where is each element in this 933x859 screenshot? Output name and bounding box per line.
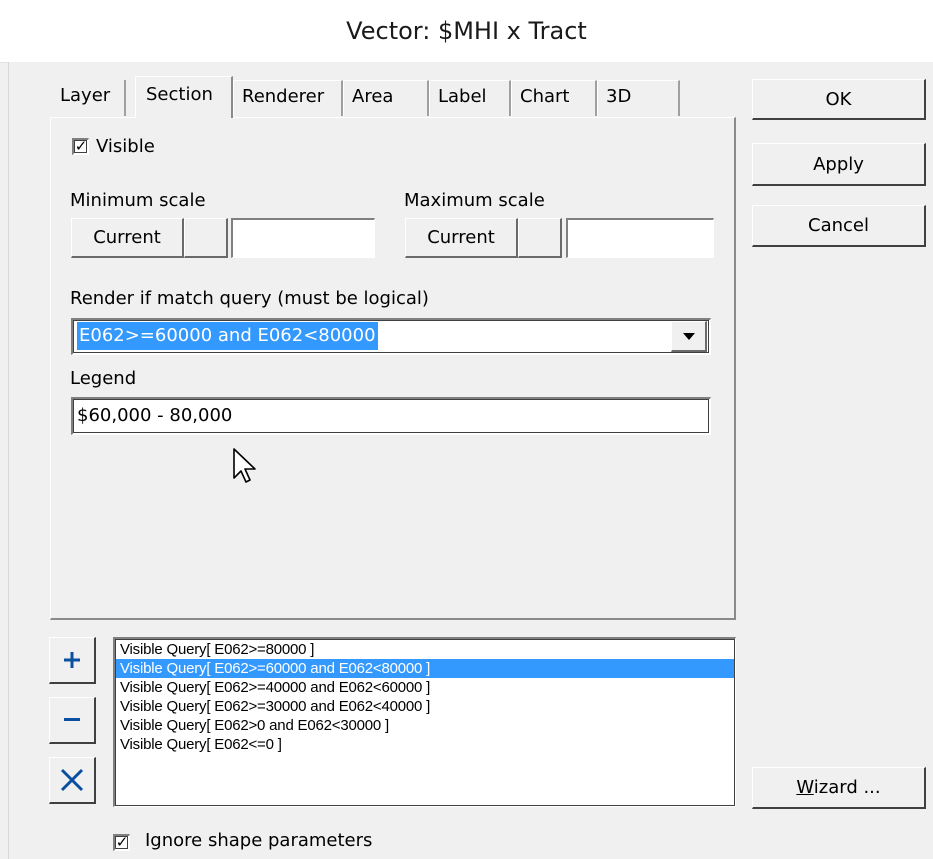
legend-field-value: $60,000 - 80,000 [77, 405, 233, 426]
tab-label: Area [352, 86, 394, 107]
tab-label: 3D [606, 86, 632, 107]
query-label: Render if match query (must be logical) [70, 288, 429, 309]
min-scale-spin-button[interactable] [184, 218, 228, 258]
tab-label: Chart [520, 86, 570, 107]
visible-checkbox[interactable]: ✓ [72, 138, 89, 155]
window-edge [8, 62, 9, 859]
tab-label[interactable]: Label [429, 80, 511, 116]
apply-button[interactable]: Apply [752, 143, 926, 186]
query-list-item[interactable]: Visible Query[ E062>0 and E062<30000 ] [116, 716, 734, 735]
query-list[interactable]: Visible Query[ E062>=80000 ] Visible Que… [113, 637, 736, 807]
cancel-button[interactable]: Cancel [752, 205, 926, 247]
query-list-item[interactable]: Visible Query[ E062>=80000 ] [116, 640, 734, 659]
button-label: Wizard ... [796, 777, 881, 798]
title-bar: Vector: $MHI x Tract [0, 0, 933, 63]
query-list-inner: Visible Query[ E062>=80000 ] Visible Que… [115, 639, 735, 806]
max-scale-field[interactable] [566, 218, 714, 258]
minimum-scale-label: Minimum scale [70, 190, 206, 211]
x-icon [60, 768, 84, 792]
query-list-item-selected[interactable]: Visible Query[ E062>=60000 and E062<8000… [116, 659, 734, 678]
ignore-shape-label: Ignore shape parameters [145, 830, 373, 851]
plus-icon [64, 652, 80, 668]
cursor-icon [233, 448, 256, 483]
query-list-item[interactable]: Visible Query[ E062>=40000 and E062<6000… [116, 678, 734, 697]
tab-3d[interactable]: 3D [597, 80, 680, 116]
remove-query-button[interactable] [49, 697, 96, 744]
tab-label-text: Label [438, 86, 487, 107]
ok-button[interactable]: OK [752, 79, 926, 120]
tab-label: Layer [60, 85, 111, 106]
query-combobox-value: E062>=60000 and E062<80000 [77, 322, 378, 350]
tab-layer[interactable]: Layer [52, 80, 126, 116]
min-scale-current-button[interactable]: Current [71, 218, 184, 258]
button-label: Current [93, 227, 161, 248]
tab-area[interactable]: Area [343, 80, 429, 116]
button-label: Apply [813, 153, 864, 175]
dialog-window: Vector: $MHI x Tract Layer Section Rende… [0, 0, 933, 859]
maximum-scale-label: Maximum scale [404, 190, 545, 211]
window-title: Vector: $MHI x Tract [346, 17, 587, 45]
wizard-button[interactable]: Wizard ... [752, 767, 926, 809]
query-list-item[interactable]: Visible Query[ E062<=0 ] [116, 735, 734, 754]
dropdown-arrow-icon [682, 332, 695, 340]
legend-label: Legend [70, 368, 137, 389]
max-scale-spin-button[interactable] [518, 218, 562, 258]
min-scale-field[interactable] [231, 218, 375, 258]
query-dropdown-button[interactable] [671, 321, 707, 352]
tab-section[interactable]: Section [135, 76, 233, 118]
max-scale-current-button[interactable]: Current [405, 218, 518, 258]
tab-chart[interactable]: Chart [511, 80, 597, 116]
tab-label: Section [146, 84, 213, 105]
delete-all-queries-button[interactable] [49, 757, 96, 804]
button-label: Current [427, 227, 495, 248]
visible-label: Visible [96, 136, 155, 157]
ignore-shape-checkbox[interactable]: ✓ [113, 834, 130, 851]
button-label: OK [825, 88, 852, 110]
button-label: Cancel [808, 215, 869, 236]
query-list-item[interactable]: Visible Query[ E062>=30000 and E062<4000… [116, 697, 734, 716]
minus-icon [64, 718, 80, 721]
add-query-button[interactable] [49, 637, 96, 684]
tab-renderer[interactable]: Renderer [233, 80, 343, 116]
tab-label: Renderer [242, 86, 325, 107]
